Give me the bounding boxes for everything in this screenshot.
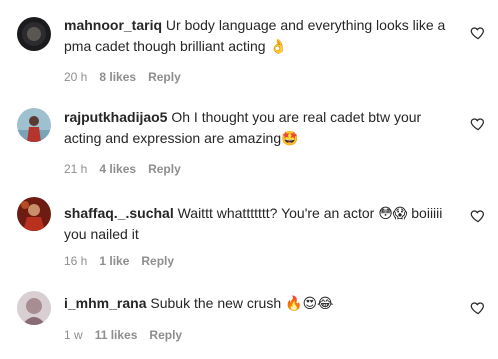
likes-count[interactable]: 1 like — [99, 254, 129, 268]
heart-outline-icon[interactable] — [470, 300, 486, 316]
avatar[interactable] — [17, 17, 51, 51]
likes-count[interactable]: 11 likes — [95, 328, 138, 342]
username[interactable]: i_mhm_rana — [64, 295, 146, 311]
timestamp[interactable]: 20 h — [64, 70, 87, 84]
likes-count[interactable]: 8 likes — [99, 70, 136, 84]
comment-text: Subuk the new crush 🔥😍😂 — [150, 295, 334, 311]
likes-count[interactable]: 4 likes — [99, 162, 136, 176]
username[interactable]: rajputkhadijao5 — [64, 109, 167, 125]
timestamp[interactable]: 21 h — [64, 162, 87, 176]
avatar[interactable] — [17, 197, 51, 231]
username[interactable]: mahnoor_tariq — [64, 17, 162, 33]
avatar[interactable] — [17, 108, 51, 142]
reply-button[interactable]: Reply — [149, 328, 182, 342]
heart-outline-icon[interactable] — [470, 25, 486, 41]
timestamp[interactable]: 1 w — [64, 328, 83, 342]
reply-button[interactable]: Reply — [148, 70, 181, 84]
timestamp[interactable]: 16 h — [64, 254, 87, 268]
reply-button[interactable]: Reply — [148, 162, 181, 176]
heart-outline-icon[interactable] — [470, 208, 486, 224]
reply-button[interactable]: Reply — [141, 254, 174, 268]
username[interactable]: shaffaq._.suchal — [64, 205, 174, 221]
heart-outline-icon[interactable] — [470, 116, 486, 132]
avatar[interactable] — [17, 291, 51, 325]
